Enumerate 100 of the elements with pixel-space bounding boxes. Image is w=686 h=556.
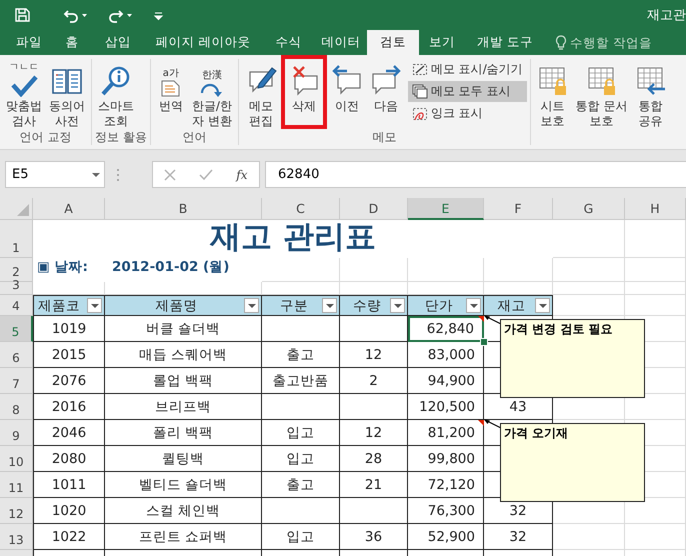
row-header[interactable]: 11: [0, 472, 33, 498]
row-header[interactable]: 6: [0, 342, 33, 368]
group-label: 메모: [371, 129, 398, 145]
insert-function-button[interactable]: fx: [236, 168, 248, 182]
row-header[interactable]: 1: [0, 220, 33, 258]
ribbon-tab[interactable]: 데이터: [315, 30, 367, 55]
table-cell: 2016: [33, 394, 105, 420]
ribbon-tab[interactable]: 파일: [6, 30, 52, 55]
row-header[interactable]: 7: [0, 368, 33, 394]
empty-cell: [553, 258, 625, 282]
table-cell: 입고: [262, 446, 340, 472]
table-cell: 1011: [33, 472, 105, 498]
row-header[interactable]: 4: [0, 295, 33, 316]
ribbon-tab[interactable]: 홈: [52, 30, 92, 55]
group-label: 정보 활용: [95, 129, 147, 145]
column-header[interactable]: D: [340, 198, 408, 220]
column-header[interactable]: H: [625, 198, 686, 220]
table-cell: 롤업 백팩: [105, 368, 262, 394]
fill-handle[interactable]: [480, 338, 488, 346]
filter-button[interactable]: [466, 298, 481, 313]
table-cell: 12: [340, 342, 408, 368]
row-header[interactable]: 8: [0, 394, 33, 420]
name-box[interactable]: E5: [5, 161, 105, 188]
ribbon-tab[interactable]: 페이지 레이아웃: [144, 30, 262, 55]
row-header[interactable]: 13: [0, 524, 33, 550]
ribbon-button[interactable]: 이전: [328, 59, 366, 129]
show-all-comments-icon: [412, 84, 428, 100]
ribbon-button[interactable]: 스마트 조회: [95, 59, 137, 129]
ribbon-tab[interactable]: 수식: [262, 30, 315, 55]
ribbon-button[interactable]: ㄱㄴㄷ 맞춤법 검사: [3, 59, 45, 129]
empty-cell: [553, 524, 625, 550]
ribbon-tab[interactable]: 개발 도구: [465, 30, 545, 55]
ribbon-button[interactable]: 메모 모두 표시: [408, 81, 527, 102]
row-header[interactable]: 12: [0, 498, 33, 524]
next-comment-icon: [370, 65, 402, 97]
table-cell: 1022: [33, 524, 105, 550]
ribbon-button[interactable]: 삭제: [280, 55, 327, 129]
ribbon-tab[interactable]: 검토: [367, 30, 419, 55]
filter-button[interactable]: [244, 298, 259, 313]
ribbon-button[interactable]: a가 번역: [154, 59, 188, 129]
column-header[interactable]: B: [105, 198, 262, 220]
check-icon: [199, 168, 214, 180]
table-cell: 72,120: [408, 472, 484, 498]
column-header[interactable]: A: [33, 198, 105, 220]
header-label: 단가: [425, 296, 453, 314]
column-header[interactable]: F: [484, 198, 553, 220]
column-header[interactable]: G: [553, 198, 625, 220]
ribbon-button[interactable]: 메모 편집: [242, 59, 280, 129]
formula-field[interactable]: 62840: [265, 161, 686, 188]
ribbon-button[interactable]: 잉크 표시: [408, 103, 527, 124]
ribbon-button[interactable]: 다음: [366, 59, 405, 129]
ribbon-button[interactable]: 한漢 한글/한 자 변환: [188, 59, 235, 129]
table-cell: 벨티드 숄더백: [105, 472, 262, 498]
ribbon-tab[interactable]: 삽입: [92, 30, 144, 55]
ribbon-tab[interactable]: 보기: [419, 30, 465, 55]
table-cell: 버클 숄더백: [105, 316, 262, 342]
row-header[interactable]: 9: [0, 420, 33, 446]
table-cell: 입고: [262, 420, 340, 446]
table-cell: 120,500: [408, 394, 484, 420]
filter-button[interactable]: [390, 298, 405, 313]
table-cell: 83,000: [408, 342, 484, 368]
table-cell: 출고: [262, 342, 340, 368]
empty-cell: [340, 258, 408, 282]
tell-me-field[interactable]: 수행할 작업을: [570, 35, 654, 50]
table-cell: 출고: [262, 472, 340, 498]
ribbon-button[interactable]: 시트 보호: [534, 59, 572, 129]
table-cell: 81,200: [408, 420, 484, 446]
ribbon-button[interactable]: 통합 공유: [632, 59, 670, 129]
comment-arrow: [482, 315, 502, 327]
row-header[interactable]: 3: [0, 282, 33, 295]
ribbon-button[interactable]: 동의어 사전: [46, 59, 88, 129]
comment-arrow: [482, 419, 502, 431]
empty-cell: [340, 498, 408, 524]
column-header[interactable]: E: [408, 198, 484, 220]
date-label: ▣ 날짜:: [36, 258, 89, 277]
select-all-icon: [17, 204, 29, 216]
header-label: 제품명: [156, 296, 198, 314]
row-header[interactable]: 10: [0, 446, 33, 472]
filter-button[interactable]: [87, 298, 102, 313]
empty-cell: [625, 258, 686, 282]
previous-comment-icon: [330, 65, 363, 97]
empty-cell: [625, 524, 686, 550]
table-cell: 94,900: [408, 368, 484, 394]
table-cell: 36: [340, 524, 408, 550]
filter-button[interactable]: [322, 298, 337, 313]
table-cell: 1020: [33, 498, 105, 524]
filter-button[interactable]: [535, 298, 550, 313]
table-cell: 62,840: [408, 316, 484, 342]
empty-cell: [484, 258, 553, 282]
save-button[interactable]: [14, 7, 31, 23]
empty-cell: [625, 220, 686, 258]
save-icon: [14, 7, 31, 23]
table-cell: 28: [340, 446, 408, 472]
table-cell: 폴리 백팩: [105, 420, 262, 446]
column-header[interactable]: C: [262, 198, 340, 220]
table-cell: 2015: [33, 342, 105, 368]
ribbon-button[interactable]: 메모 표시/숨기기: [408, 59, 527, 80]
ribbon-button[interactable]: 통합 문서 보호: [572, 59, 631, 129]
row-header[interactable]: 5: [0, 316, 33, 342]
shared-workbook-icon: [634, 65, 667, 97]
